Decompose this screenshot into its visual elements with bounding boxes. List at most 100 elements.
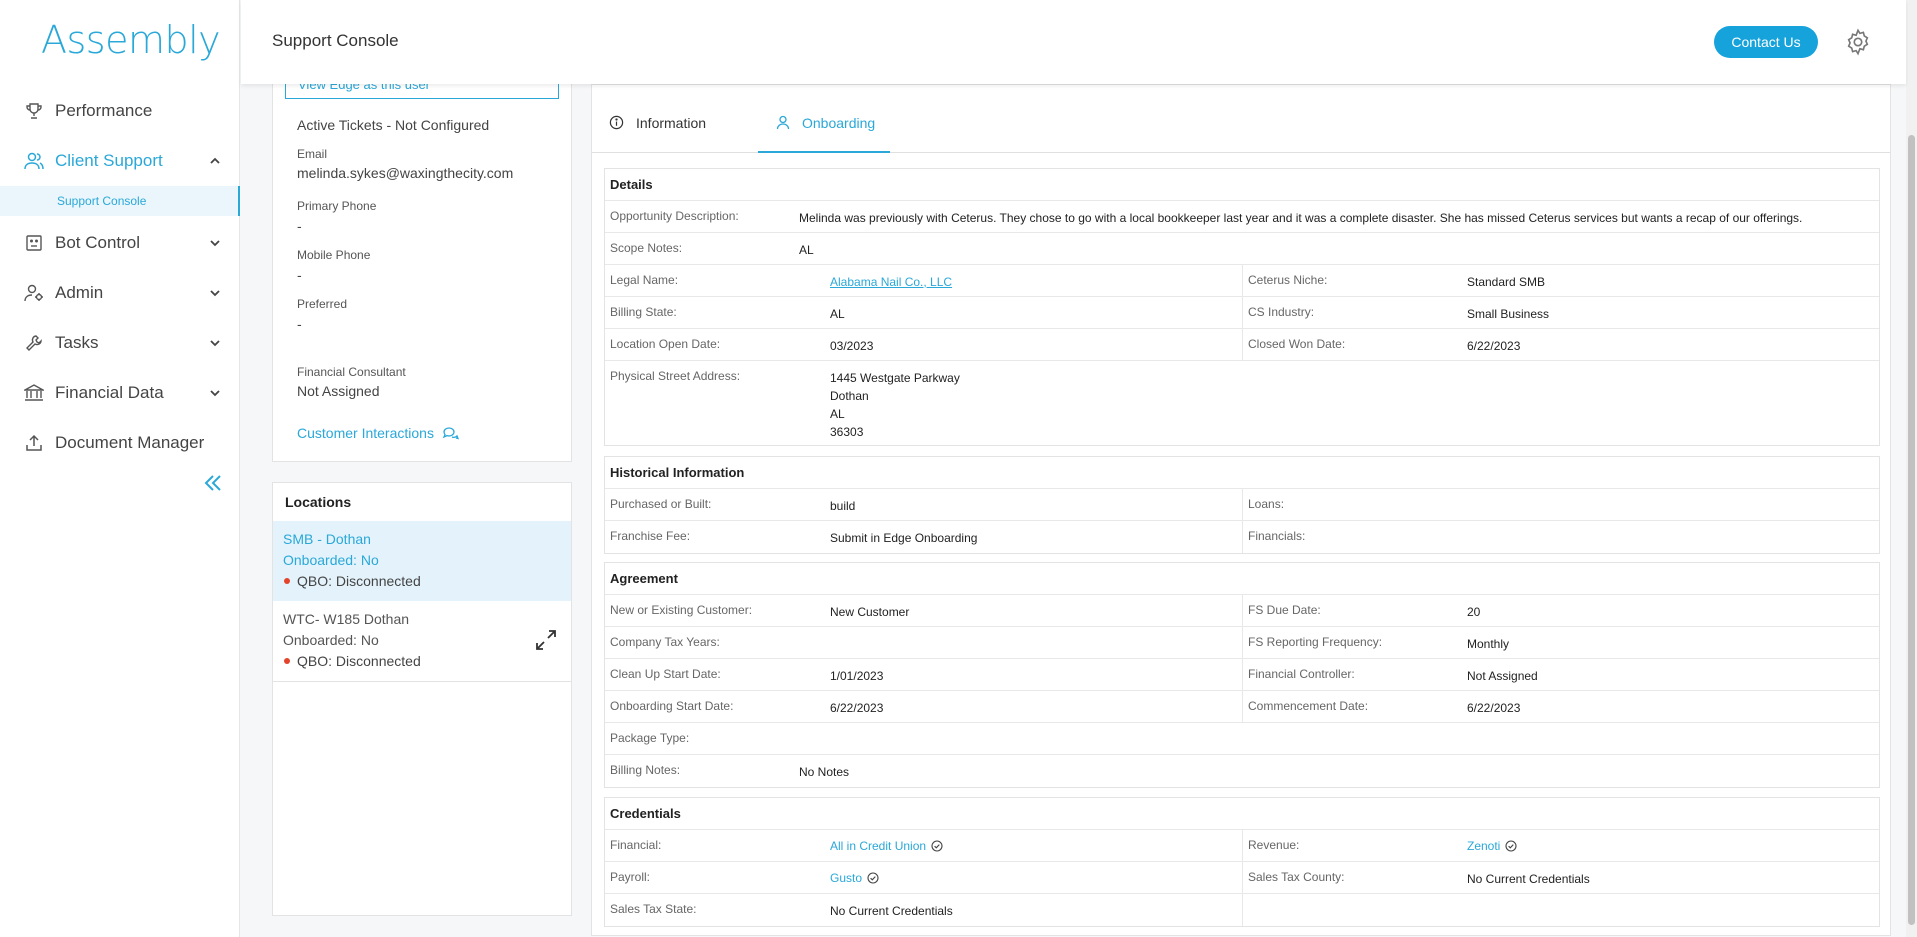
collapse-sidebar-icon[interactable] xyxy=(200,470,226,496)
sidebar-item-label: Tasks xyxy=(55,333,99,352)
field-label: New or Existing Customer: xyxy=(610,603,753,617)
bot-icon xyxy=(24,233,44,253)
sidebar-item-document-manager[interactable]: Document Manager xyxy=(0,418,240,468)
sidebar-item-admin[interactable]: Admin xyxy=(0,268,240,318)
field-label: CS Industry: xyxy=(1248,305,1315,319)
field-value: 6/22/2023 xyxy=(1467,339,1521,353)
upload-icon xyxy=(24,433,44,453)
customer-interactions-label: Customer Interactions xyxy=(297,425,434,441)
revenue-credential-link[interactable]: Zenoti xyxy=(1467,839,1517,853)
details-row: Scope Notes: AL xyxy=(605,233,1879,265)
sidebar-item-label: Client Support xyxy=(55,151,163,170)
sidebar-item-label: Financial Data xyxy=(55,383,164,402)
customer-interactions-link[interactable]: Customer Interactions xyxy=(297,425,459,441)
address-line: Dothan xyxy=(830,389,869,403)
check-circle-icon xyxy=(867,872,879,884)
field-value: build xyxy=(830,499,856,513)
sidebar-item-financial-data[interactable]: Financial Data xyxy=(0,368,240,418)
address-line: AL xyxy=(830,407,845,421)
field-value: Small Business xyxy=(1467,307,1550,321)
primary-phone-value: - xyxy=(297,218,302,234)
field-label: Onboarding Start Date: xyxy=(610,699,734,713)
field-label: FS Reporting Frequency: xyxy=(1248,635,1383,649)
section-title: Agreement xyxy=(605,563,1879,595)
agreement-row: Billing Notes: No Notes xyxy=(605,755,1879,787)
page-scrollbar[interactable] xyxy=(1906,0,1917,937)
field-label: Financials: xyxy=(1248,529,1306,543)
financial-consultant-value: Not Assigned xyxy=(297,383,380,399)
location-name: SMB - Dothan xyxy=(283,531,371,547)
field-label: Company Tax Years: xyxy=(610,635,720,649)
field-label: Commencement Date: xyxy=(1248,699,1369,713)
location-item[interactable]: SMB - Dothan Onboarded: No QBO: Disconne… xyxy=(273,521,571,601)
field-label: FS Due Date: xyxy=(1248,603,1321,617)
sidebar-item-client-support[interactable]: Client Support xyxy=(0,136,240,186)
field-label: Clean Up Start Date: xyxy=(610,667,721,681)
users-icon xyxy=(24,151,44,171)
financial-credential-link[interactable]: All in Credit Union xyxy=(830,839,943,853)
email-value: melinda.sykes@waxingthecity.com xyxy=(297,165,514,181)
field-value: 03/2023 xyxy=(830,339,874,353)
address-line: 1445 Westgate Parkway xyxy=(830,371,960,385)
location-item[interactable]: WTC- W185 Dothan Onboarded: No QBO: Disc… xyxy=(273,601,571,681)
wrench-icon xyxy=(24,333,44,353)
tab-information[interactable]: Information xyxy=(609,113,729,153)
check-circle-icon xyxy=(931,840,943,852)
location-qbo-status: QBO: Disconnected xyxy=(297,573,421,589)
contact-us-button[interactable]: Contact Us xyxy=(1714,26,1818,58)
details-row: Billing State: AL CS Industry: Small Busin… xyxy=(605,297,1879,329)
legal-name-link[interactable]: Alabama Nail Co., LLC xyxy=(830,275,952,289)
agreement-row: Onboarding Start Date: 6/22/2023 Commence… xyxy=(605,691,1879,723)
field-label: Sales Tax State: xyxy=(610,902,697,916)
details-row: Opportunity Description: Melinda was pre… xyxy=(605,201,1879,233)
sidebar-item-label: Bot Control xyxy=(55,233,141,252)
location-qbo-status: QBO: Disconnected xyxy=(297,653,421,669)
agreement-section: Agreement New or Existing Customer: New C… xyxy=(604,562,1880,788)
expand-icon[interactable] xyxy=(533,627,559,653)
field-value: Submit in Edge Onboarding xyxy=(830,531,978,545)
payroll-credential-link[interactable]: Gusto xyxy=(830,871,879,885)
agreement-row: New or Existing Customer: New Customer FS… xyxy=(605,595,1879,627)
mobile-phone-value: - xyxy=(297,267,302,283)
sidebar-item-label: Document Manager xyxy=(55,433,205,452)
field-value: 1/01/2023 xyxy=(830,669,884,683)
details-row: Location Open Date: 03/2023 Closed Won Da… xyxy=(605,329,1879,361)
sidebar-subitem-support-console[interactable]: Support Console xyxy=(0,186,240,216)
app-logo[interactable]: Assembly xyxy=(41,18,221,62)
historical-row: Purchased or Built: build Loans: xyxy=(605,489,1879,521)
sidebar-item-performance[interactable]: Performance xyxy=(0,86,240,136)
section-title: Details xyxy=(605,169,1879,201)
field-value: 20 xyxy=(1467,605,1481,619)
chevron-down-icon xyxy=(210,290,220,297)
field-label: Financial Controller: xyxy=(1248,667,1355,681)
field-value: AL xyxy=(799,243,814,257)
field-value: Melinda was previously with Ceterus. The… xyxy=(799,211,1803,225)
field-label: Package Type: xyxy=(610,731,690,745)
scrollbar-thumb[interactable] xyxy=(1908,135,1915,925)
field-value: No Current Credentials xyxy=(830,904,953,918)
address-value: 1445 Westgate Parkway Dothan AL 36303 xyxy=(830,369,960,441)
field-label: Payroll: xyxy=(610,870,651,884)
info-icon xyxy=(609,115,624,130)
section-title: Credentials xyxy=(605,798,1879,830)
field-label: Physical Street Address: xyxy=(610,369,741,383)
gear-icon[interactable] xyxy=(1844,28,1872,56)
details-section: Details Opportunity Description: Melinda… xyxy=(604,168,1880,446)
address-line: 36303 xyxy=(830,425,864,439)
chat-icon xyxy=(442,426,459,439)
chevron-down-icon xyxy=(210,240,220,247)
details-row: Physical Street Address: 1445 Westgate P… xyxy=(605,361,1879,445)
credential-name: Gusto xyxy=(830,871,863,885)
agreement-row: Clean Up Start Date: 1/01/2023 Financial … xyxy=(605,659,1879,691)
tab-onboarding[interactable]: Onboarding xyxy=(758,113,890,153)
locations-title: Locations xyxy=(285,494,352,510)
mobile-phone-label: Mobile Phone xyxy=(297,248,371,262)
field-label: Billing Notes: xyxy=(610,763,681,777)
sidebar-item-tasks[interactable]: Tasks xyxy=(0,318,240,368)
field-label: Franchise Fee: xyxy=(610,529,691,543)
location-onboarded: Onboarded: No xyxy=(283,632,379,648)
credentials-row: Financial: All in Credit Union Revenue: … xyxy=(605,830,1879,862)
credential-name: Zenoti xyxy=(1467,839,1501,853)
field-value: 6/22/2023 xyxy=(830,701,884,715)
sidebar-item-bot-control[interactable]: Bot Control xyxy=(0,218,240,268)
